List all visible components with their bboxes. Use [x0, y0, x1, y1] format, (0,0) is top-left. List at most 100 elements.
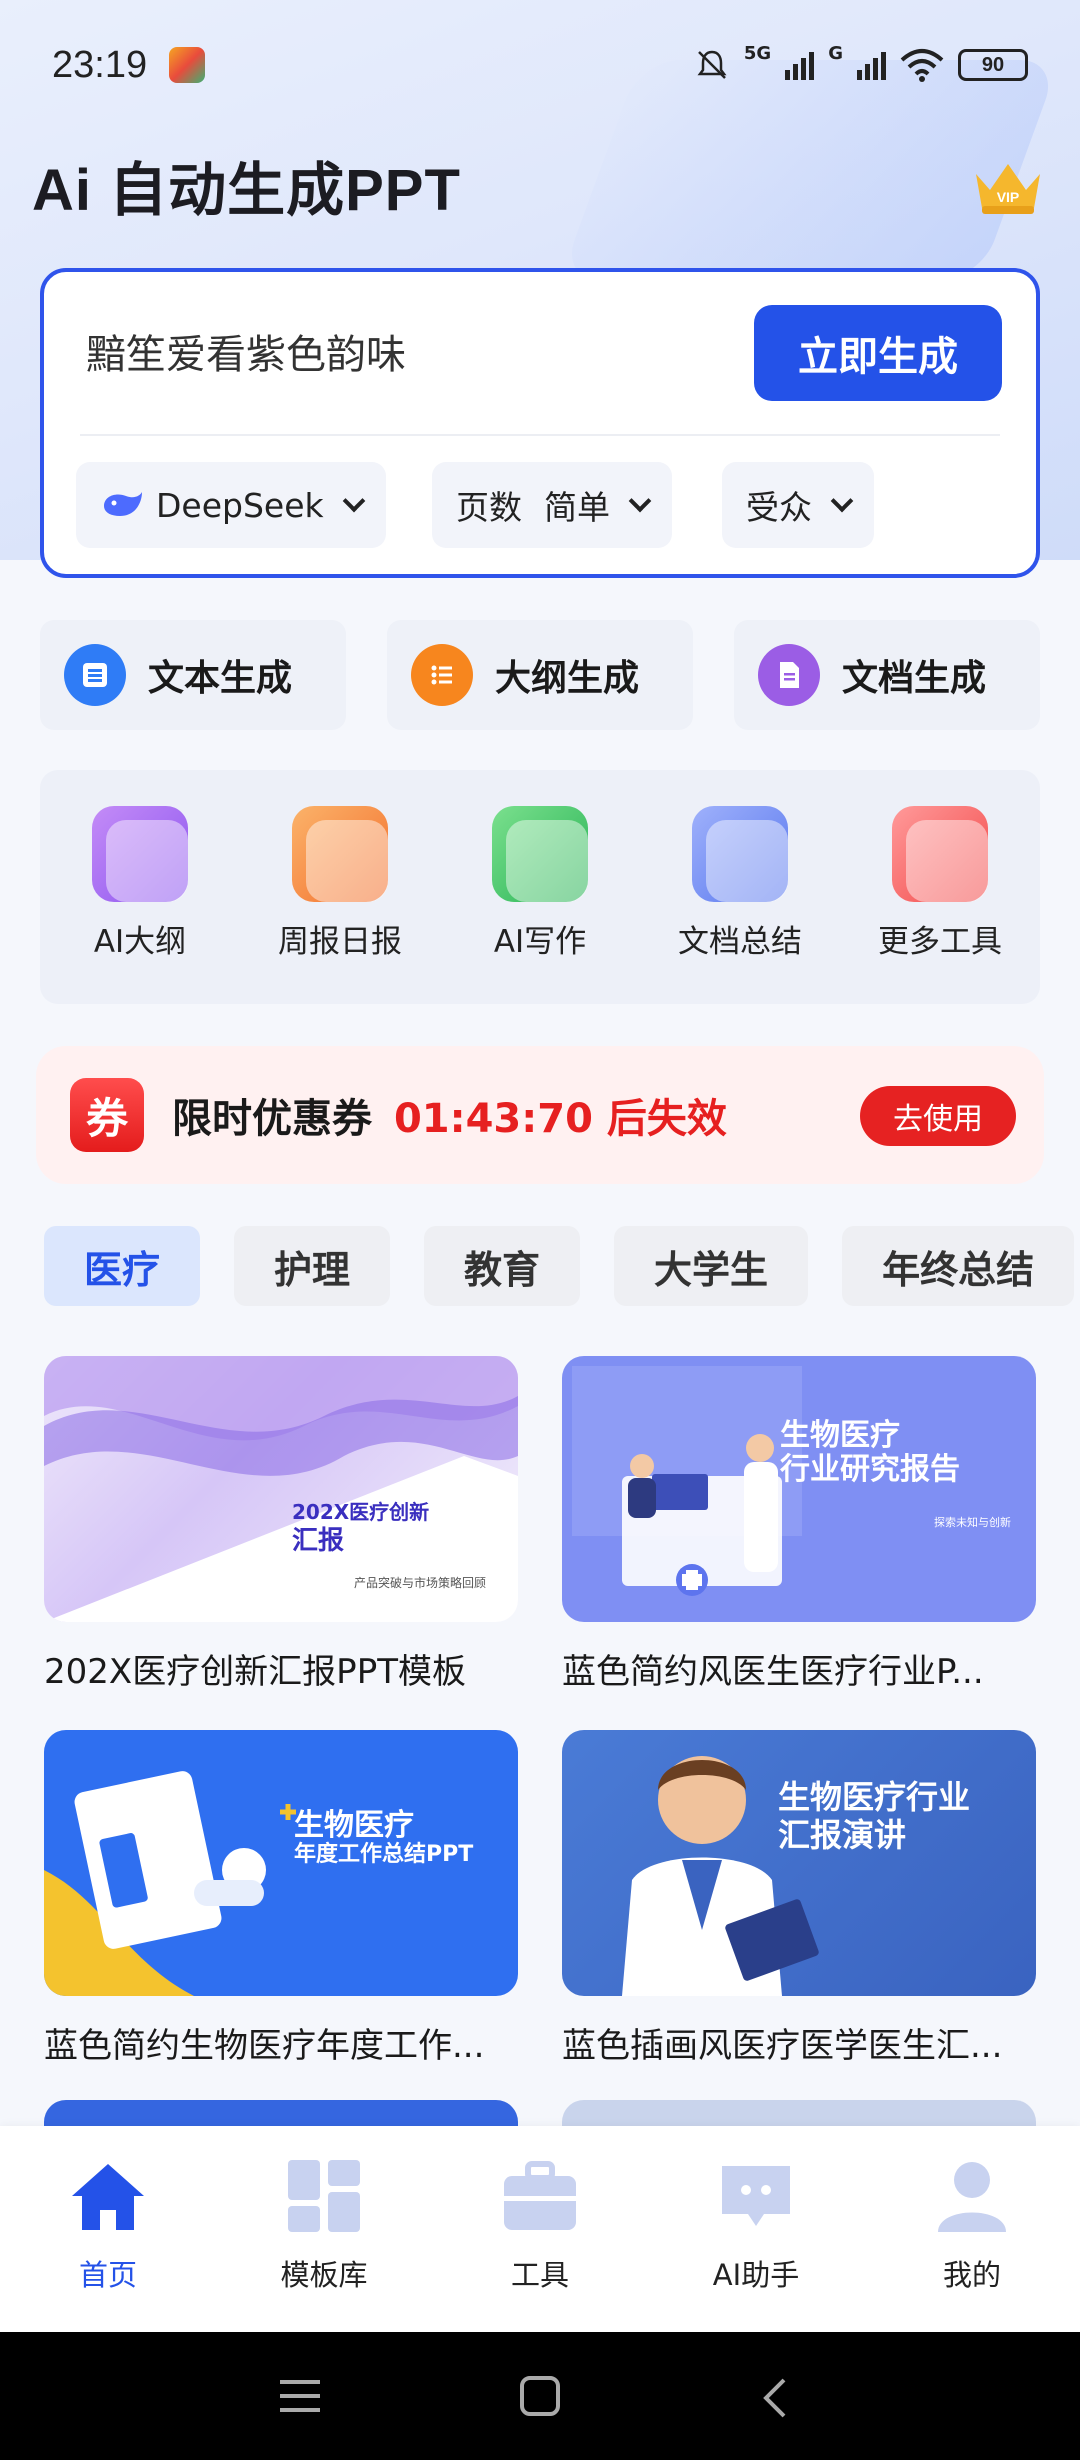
- deepseek-whale-icon: [104, 492, 142, 516]
- mute-bell-icon: [697, 50, 727, 79]
- doctor-illustration: [622, 1756, 819, 1996]
- nav-ai-assistant[interactable]: AI助手: [676, 2156, 836, 2294]
- outline-icon: [92, 806, 188, 902]
- thumbnail-title-2: 汇报: [292, 1526, 345, 1556]
- prompt-input[interactable]: 黯笙爱看紫色韵味: [86, 322, 406, 380]
- pencil-icon: [492, 806, 588, 902]
- template-card[interactable]: 202X医疗创新 汇报 产品突破与市场策略回顾 202X医疗创新汇报PPT模板: [44, 1356, 518, 1693]
- category-medical[interactable]: 医疗: [44, 1226, 201, 1306]
- tool-weekly-report-label: 周报日报: [278, 924, 402, 960]
- home-icon: [72, 2164, 144, 2230]
- category-tabs: 医疗 护理 教育 大学生 年终总结: [44, 1226, 1075, 1306]
- chevron-down-icon: [830, 489, 854, 513]
- document-icon: [692, 806, 788, 902]
- thumbnail-title-2: 汇报演讲: [778, 1816, 907, 1854]
- nav-templates-label: 模板库: [280, 2258, 368, 2292]
- signal-icon-1: [785, 50, 815, 80]
- nav-tools[interactable]: 工具: [460, 2156, 620, 2294]
- generate-button[interactable]: 立即生成: [754, 305, 1002, 401]
- user-icon: [938, 2162, 1006, 2232]
- audience-select-label: 受众: [746, 488, 812, 527]
- template-title: 蓝色插画风医疗医学医生汇...: [562, 2026, 1003, 2066]
- thumbnail-subtitle: 产品突破与市场策略回顾: [354, 1576, 487, 1590]
- network-label-1: 5G: [743, 43, 772, 64]
- bottom-nav: 首页 模板库 工具 AI助手 我的: [0, 2126, 1080, 2332]
- template-title: 蓝色简约风医生医疗行业P...: [562, 1652, 984, 1692]
- nav-templates[interactable]: 模板库: [244, 2156, 404, 2294]
- tool-ai-writing[interactable]: AI写作: [460, 806, 620, 961]
- chat-bubble-icon: [722, 2166, 790, 2226]
- template-thumbnail: 生物医疗行业 汇报演讲: [562, 1730, 1036, 1996]
- toolbox-icon: [504, 2161, 576, 2230]
- tab-document-generate-label: 文档生成: [842, 658, 987, 699]
- tools-panel: AI大纲 周报日报 AI写作 文档总结 更多工具: [40, 770, 1040, 1004]
- template-thumbnail: 生物医疗 年度工作总结PPT: [44, 1730, 518, 1996]
- coupon-icon: 券: [70, 1078, 144, 1152]
- coupon-banner: 券 限时优惠券 01:43:70 后失效 去使用: [36, 1046, 1044, 1184]
- list-icon: [64, 644, 126, 706]
- more-icon: [892, 806, 988, 902]
- signal-icon-2: [857, 50, 886, 80]
- app-notification-icon: [169, 47, 206, 83]
- prompt-input-card: 黯笙爱看紫色韵味 立即生成 DeepSeek 页数 简单 受众: [40, 268, 1040, 578]
- model-select[interactable]: DeepSeek: [76, 462, 386, 548]
- category-year-end[interactable]: 年终总结: [842, 1226, 1075, 1306]
- nav-ai-assistant-label: AI助手: [712, 2258, 800, 2292]
- category-nursing[interactable]: 护理: [234, 1226, 391, 1306]
- nav-home[interactable]: 首页: [28, 2156, 188, 2294]
- nav-profile-label: 我的: [942, 2258, 1001, 2292]
- app-header: Ai 自动生成PPT VIP: [32, 140, 1048, 230]
- template-card[interactable]: 生物医疗行业 汇报演讲 蓝色插画风医疗医学医生汇...: [562, 1730, 1036, 2067]
- template-card[interactable]: 生物医疗 年度工作总结PPT 蓝色简约生物医疗年度工作...: [44, 1730, 518, 2067]
- nav-profile[interactable]: 我的: [892, 2156, 1052, 2294]
- template-card[interactable]: 生物医疗 行业研究报告 探索未知与创新 蓝色简约风医生医疗行业P...: [562, 1356, 1036, 1693]
- bullet-list-icon: [411, 644, 473, 706]
- tool-more[interactable]: 更多工具: [860, 806, 1020, 961]
- status-bar: 23:19 5G G 90: [0, 0, 1080, 130]
- tool-weekly-report[interactable]: 周报日报: [260, 806, 420, 961]
- network-label-2: G: [828, 43, 843, 64]
- input-divider: [80, 434, 1000, 436]
- tool-ai-writing-label: AI写作: [493, 924, 587, 960]
- nav-tools-label: 工具: [510, 2258, 569, 2292]
- calendar-icon: [292, 806, 388, 902]
- tool-ai-outline[interactable]: AI大纲: [60, 806, 220, 961]
- home-button-icon[interactable]: [518, 2376, 562, 2416]
- category-college[interactable]: 大学生: [614, 1226, 809, 1306]
- use-coupon-button[interactable]: 去使用: [860, 1086, 1016, 1146]
- back-icon[interactable]: [760, 2376, 790, 2420]
- menu-icon[interactable]: [278, 2376, 322, 2416]
- system-nav-bar: [0, 2332, 1080, 2460]
- pages-select-value: 简单: [544, 488, 610, 527]
- tab-document-generate[interactable]: 文档生成: [734, 620, 1040, 730]
- tab-text-generate-label: 文本生成: [148, 658, 293, 699]
- vip-crown-icon[interactable]: VIP: [968, 150, 1048, 220]
- tool-ai-outline-label: AI大纲: [93, 924, 187, 960]
- wifi-icon: [900, 49, 944, 82]
- pages-select-label: 页数: [456, 488, 522, 527]
- pages-select[interactable]: 页数 简单: [432, 462, 672, 548]
- coupon-text: 限时优惠券 01:43:70 后失效: [172, 1086, 727, 1144]
- tab-outline-generate[interactable]: 大纲生成: [387, 620, 693, 730]
- battery-icon: 90: [958, 49, 1028, 81]
- chevron-down-icon: [342, 489, 365, 513]
- doctor-illustration: [572, 1366, 802, 1596]
- grid-icon: [288, 2160, 360, 2232]
- template-thumbnail: 生物医疗 行业研究报告 探索未知与创新: [562, 1356, 1036, 1622]
- model-select-label: DeepSeek: [156, 485, 324, 525]
- status-icons: 5G G 90: [694, 43, 1028, 83]
- audience-select[interactable]: 受众: [722, 462, 874, 548]
- coupon-timer: 01:43:70 后失效: [393, 1096, 727, 1142]
- coupon-title: 限时优惠券: [172, 1096, 372, 1142]
- template-title: 蓝色简约生物医疗年度工作...: [44, 2026, 485, 2066]
- chevron-down-icon: [628, 489, 652, 513]
- tool-more-label: 更多工具: [878, 924, 1002, 960]
- template-title: 202X医疗创新汇报PPT模板: [44, 1652, 466, 1692]
- category-education[interactable]: 教育: [424, 1226, 581, 1306]
- thumbnail-subtitle: 探索未知与创新: [934, 1516, 1011, 1529]
- tool-doc-summary[interactable]: 文档总结: [660, 806, 820, 961]
- thumbnail-title-2: 行业研究报告: [780, 1452, 960, 1487]
- app-logo: Ai 自动生成PPT: [32, 158, 461, 223]
- tab-outline-generate-label: 大纲生成: [495, 658, 640, 699]
- tab-text-generate[interactable]: 文本生成: [40, 620, 346, 730]
